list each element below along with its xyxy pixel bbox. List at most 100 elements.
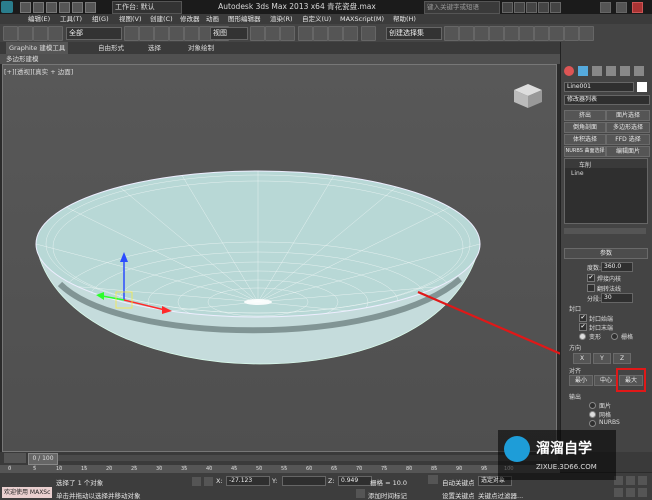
poly-select-button[interactable]: 多边形选择 bbox=[606, 122, 650, 133]
display-tab-icon[interactable] bbox=[620, 66, 630, 76]
menu-maxscript[interactable]: MAXScript(M) bbox=[340, 14, 384, 24]
communication-icon[interactable] bbox=[526, 2, 537, 13]
favorites-icon[interactable] bbox=[538, 2, 549, 13]
add-time-tag-button[interactable]: 添加时间标记 bbox=[368, 490, 407, 500]
absolute-mode-icon[interactable] bbox=[204, 477, 213, 486]
grid-radio[interactable] bbox=[611, 333, 618, 340]
pan-icon[interactable] bbox=[614, 488, 623, 497]
workspace-select[interactable]: 工作台: 默认 bbox=[112, 1, 182, 14]
direction-x-button[interactable]: X bbox=[573, 353, 591, 364]
stack-item-lathe[interactable]: 车削 bbox=[565, 159, 647, 169]
direction-z-button[interactable]: Z bbox=[613, 353, 631, 364]
parameters-rollout-header[interactable]: 参数 bbox=[564, 248, 648, 259]
manipulate-icon[interactable] bbox=[265, 26, 280, 41]
save-file-icon[interactable] bbox=[46, 2, 57, 13]
extrude-button[interactable]: 挤出 bbox=[564, 110, 606, 121]
app-logo-icon[interactable] bbox=[1, 1, 13, 13]
render-production-icon[interactable] bbox=[579, 26, 594, 41]
modifier-list-select[interactable]: 修改器列表 bbox=[564, 95, 650, 105]
project-folder-icon[interactable] bbox=[85, 2, 96, 13]
maxscript-listener[interactable]: 欢迎使用 MAXSc bbox=[2, 487, 52, 498]
auto-key-button[interactable]: 自动关键点 bbox=[442, 477, 475, 487]
menu-graph-editors[interactable]: 图形编辑器 bbox=[228, 14, 261, 24]
align-icon[interactable] bbox=[459, 26, 474, 41]
modify-tab-icon[interactable] bbox=[578, 66, 588, 76]
tab-object-paint[interactable]: 对象绘制 bbox=[188, 42, 214, 54]
rect-selection-icon[interactable] bbox=[154, 26, 169, 41]
undo-icon[interactable] bbox=[59, 2, 70, 13]
output-mesh-radio[interactable] bbox=[589, 411, 596, 418]
morph-radio[interactable] bbox=[579, 333, 586, 340]
hierarchy-tab-icon[interactable] bbox=[592, 66, 602, 76]
x-coordinate-field[interactable]: -27.123 bbox=[226, 476, 270, 486]
close-icon[interactable] bbox=[632, 2, 643, 13]
direction-y-button[interactable]: Y bbox=[593, 353, 611, 364]
viewcube-icon[interactable] bbox=[514, 84, 542, 108]
time-slider-thumb[interactable]: 0 / 100 bbox=[28, 453, 58, 465]
cap-start-checkbox[interactable]: ✔ bbox=[579, 314, 587, 322]
select-by-name-icon[interactable] bbox=[139, 26, 154, 41]
nurbs-surface-select-button[interactable]: NURBS 曲面选择 bbox=[564, 146, 606, 157]
ffd-select-button[interactable]: FFD 选择 bbox=[606, 134, 650, 145]
graphite-toggle-icon[interactable] bbox=[489, 26, 504, 41]
layer-manager-icon[interactable] bbox=[474, 26, 489, 41]
menu-edit[interactable]: 编辑(E) bbox=[28, 14, 50, 24]
menu-animation[interactable]: 动画 bbox=[206, 14, 219, 24]
help-icon[interactable] bbox=[550, 2, 561, 13]
menu-help[interactable]: 帮助(H) bbox=[393, 14, 416, 24]
pivot-center-icon[interactable] bbox=[250, 26, 265, 41]
rendered-frame-icon[interactable] bbox=[564, 26, 579, 41]
minimize-icon[interactable] bbox=[600, 2, 611, 13]
align-center-button[interactable]: 中心 bbox=[594, 375, 618, 386]
unlink-icon[interactable] bbox=[48, 26, 63, 41]
stack-item-line[interactable]: Line bbox=[565, 169, 647, 178]
percent-snap-icon[interactable] bbox=[328, 26, 343, 41]
maximize-viewport-icon[interactable] bbox=[638, 488, 647, 497]
search-input[interactable]: 键入关键字或短语 bbox=[424, 1, 500, 14]
keyboard-shortcut-icon[interactable] bbox=[280, 26, 295, 41]
schematic-view-icon[interactable] bbox=[519, 26, 534, 41]
menu-customize[interactable]: 自定义(U) bbox=[302, 14, 331, 24]
object-color-swatch[interactable] bbox=[637, 82, 647, 92]
output-nurbs-radio[interactable] bbox=[589, 420, 596, 427]
menu-modifiers[interactable]: 修改器 bbox=[180, 14, 200, 24]
output-patch-radio[interactable] bbox=[589, 402, 596, 409]
undo-icon[interactable] bbox=[3, 26, 18, 41]
edit-patch-button[interactable]: 编辑面片 bbox=[606, 146, 650, 157]
window-crossing-icon[interactable] bbox=[169, 26, 184, 41]
utilities-tab-icon[interactable] bbox=[634, 66, 644, 76]
open-file-icon[interactable] bbox=[33, 2, 44, 13]
maximize-icon[interactable] bbox=[616, 2, 627, 13]
selection-filter-select[interactable]: 全部 bbox=[66, 27, 122, 40]
key-filters-button[interactable]: 关键点过滤器... bbox=[478, 490, 523, 500]
y-coordinate-field[interactable] bbox=[282, 476, 326, 486]
menu-rendering[interactable]: 渲染(R) bbox=[270, 14, 293, 24]
menu-tools[interactable]: 工具(T) bbox=[60, 14, 82, 24]
bevel-profile-button[interactable]: 倒角剖面 bbox=[564, 122, 606, 133]
align-min-button[interactable]: 最小 bbox=[569, 375, 593, 386]
track-bar[interactable]: 0 5 10 15 20 25 30 35 40 45 50 55 60 65 … bbox=[0, 465, 560, 473]
subscription-icon[interactable] bbox=[514, 2, 525, 13]
degrees-spinner[interactable]: 360.0 bbox=[601, 262, 633, 272]
set-key-button[interactable]: 设置关键点 bbox=[442, 490, 475, 500]
motion-tab-icon[interactable] bbox=[606, 66, 616, 76]
zoom-extents-icon[interactable] bbox=[638, 476, 647, 485]
stack-tools-bar[interactable] bbox=[564, 228, 646, 234]
cap-end-checkbox[interactable]: ✔ bbox=[579, 323, 587, 331]
weld-core-checkbox[interactable]: ✔ bbox=[587, 274, 595, 282]
tab-freeform[interactable]: 自由形式 bbox=[98, 42, 124, 54]
edit-named-selection-icon[interactable] bbox=[361, 26, 376, 41]
curve-editor-icon[interactable] bbox=[504, 26, 519, 41]
menu-create[interactable]: 创建(C) bbox=[150, 14, 173, 24]
zoom-all-icon[interactable] bbox=[626, 476, 635, 485]
time-prev-arrow-icon[interactable] bbox=[4, 453, 26, 463]
link-icon[interactable] bbox=[33, 26, 48, 41]
redo-icon[interactable] bbox=[72, 2, 83, 13]
mirror-icon[interactable] bbox=[444, 26, 459, 41]
snaps-toggle-icon[interactable] bbox=[298, 26, 313, 41]
select-object-icon[interactable] bbox=[124, 26, 139, 41]
object-name-field[interactable]: Line001 bbox=[564, 82, 634, 92]
tab-selection[interactable]: 选择 bbox=[148, 42, 161, 54]
select-move-icon[interactable] bbox=[184, 26, 199, 41]
new-file-icon[interactable] bbox=[20, 2, 31, 13]
